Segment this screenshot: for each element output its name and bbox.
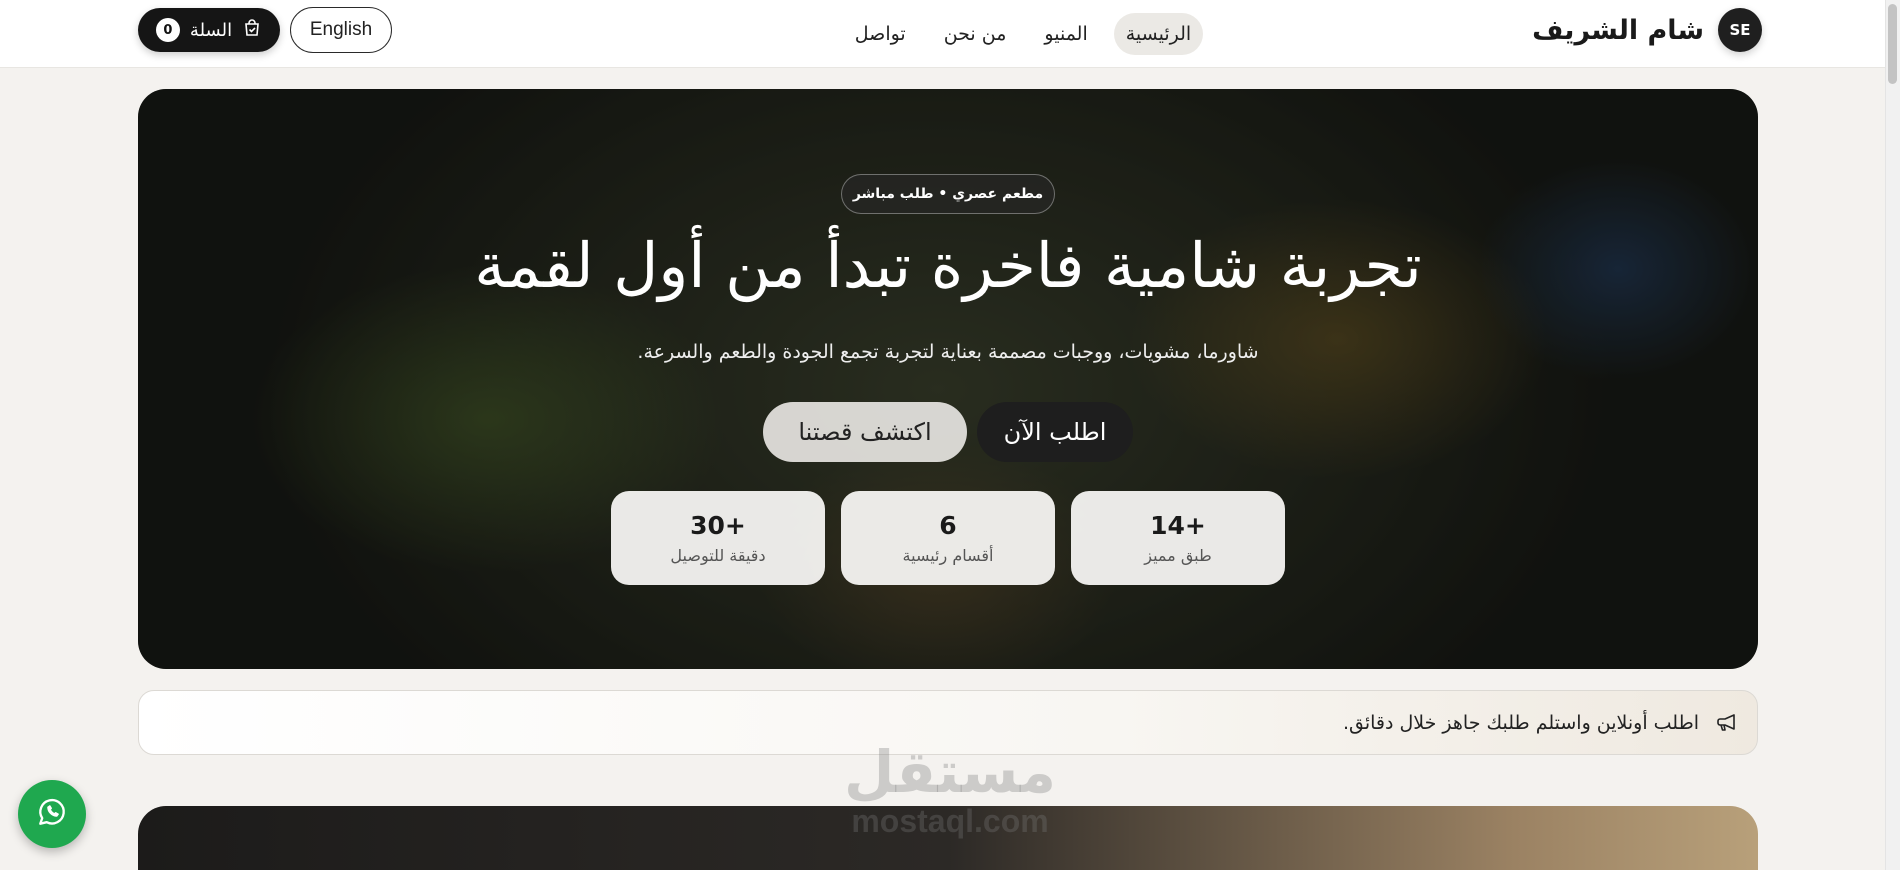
shopping-bag-icon	[242, 18, 262, 43]
scrollbar-thumb[interactable]	[1888, 4, 1897, 84]
discover-story-button[interactable]: اكتشف قصتنا	[763, 402, 967, 462]
brand-avatar: SE	[1718, 8, 1762, 52]
hero-buttons: اطلب الآن اكتشف قصتنا	[138, 402, 1758, 462]
brand[interactable]: SE شام الشريف	[1532, 8, 1762, 52]
brand-name: شام الشريف	[1532, 14, 1704, 46]
hero-stats: +14 طبق مميز 6 أقسام رئيسية +30 دقيقة لل…	[138, 491, 1758, 585]
nav-actions: 0 السلة English	[138, 7, 392, 53]
stat-value: +30	[690, 511, 746, 540]
stat-label: دقيقة للتوصيل	[670, 546, 766, 565]
scrollbar-track[interactable]	[1885, 0, 1900, 870]
stat-label: طبق مميز	[1144, 546, 1212, 565]
cart-count-badge: 0	[155, 18, 180, 42]
nav-link-menu[interactable]: المنيو	[1032, 13, 1099, 55]
megaphone-icon	[1713, 710, 1739, 736]
stat-label: أقسام رئيسية	[902, 546, 994, 565]
navbar-inner: SE شام الشريف الرئيسية المنيو من نحن توا…	[138, 0, 1762, 68]
whatsapp-icon	[35, 795, 69, 833]
stat-card-delivery: +30 دقيقة للتوصيل	[611, 491, 825, 585]
language-toggle-button[interactable]: English	[290, 7, 392, 53]
hero-subtitle: شاورما، مشويات، ووجبات مصممة بعناية لتجر…	[637, 341, 1259, 363]
announcement-text: اطلب أونلاين واستلم طلبك جاهز خلال دقائق…	[1342, 711, 1699, 734]
hero-badge: مطعم عصري • طلب مباشر	[841, 174, 1055, 214]
nav-link-about[interactable]: من نحن	[932, 13, 1019, 55]
stat-value: 6	[939, 511, 957, 540]
stat-card-dishes: +14 طبق مميز	[1071, 491, 1285, 585]
nav-link-contact[interactable]: تواصل	[843, 13, 918, 55]
hero-banner: مطعم عصري • طلب مباشر تجربة شامية فاخرة …	[138, 89, 1758, 669]
top-navbar: SE شام الشريف الرئيسية المنيو من نحن توا…	[0, 0, 1900, 68]
nav-links: الرئيسية المنيو من نحن تواصل	[768, 0, 1278, 68]
cart-label: السلة	[189, 19, 233, 41]
cart-button[interactable]: 0 السلة	[138, 8, 280, 52]
order-now-button[interactable]: اطلب الآن	[977, 402, 1133, 462]
nav-link-home[interactable]: الرئيسية	[1113, 13, 1204, 55]
next-section-banner	[138, 806, 1758, 870]
hero-content: مطعم عصري • طلب مباشر تجربة شامية فاخرة …	[138, 89, 1758, 669]
whatsapp-button[interactable]	[18, 780, 86, 848]
hero-title: تجربة شامية فاخرة تبدأ من أول لقمة	[474, 229, 1422, 302]
announcement-bar: اطلب أونلاين واستلم طلبك جاهز خلال دقائق…	[138, 690, 1758, 755]
stat-card-sections: 6 أقسام رئيسية	[841, 491, 1055, 585]
stat-value: +14	[1150, 511, 1206, 540]
